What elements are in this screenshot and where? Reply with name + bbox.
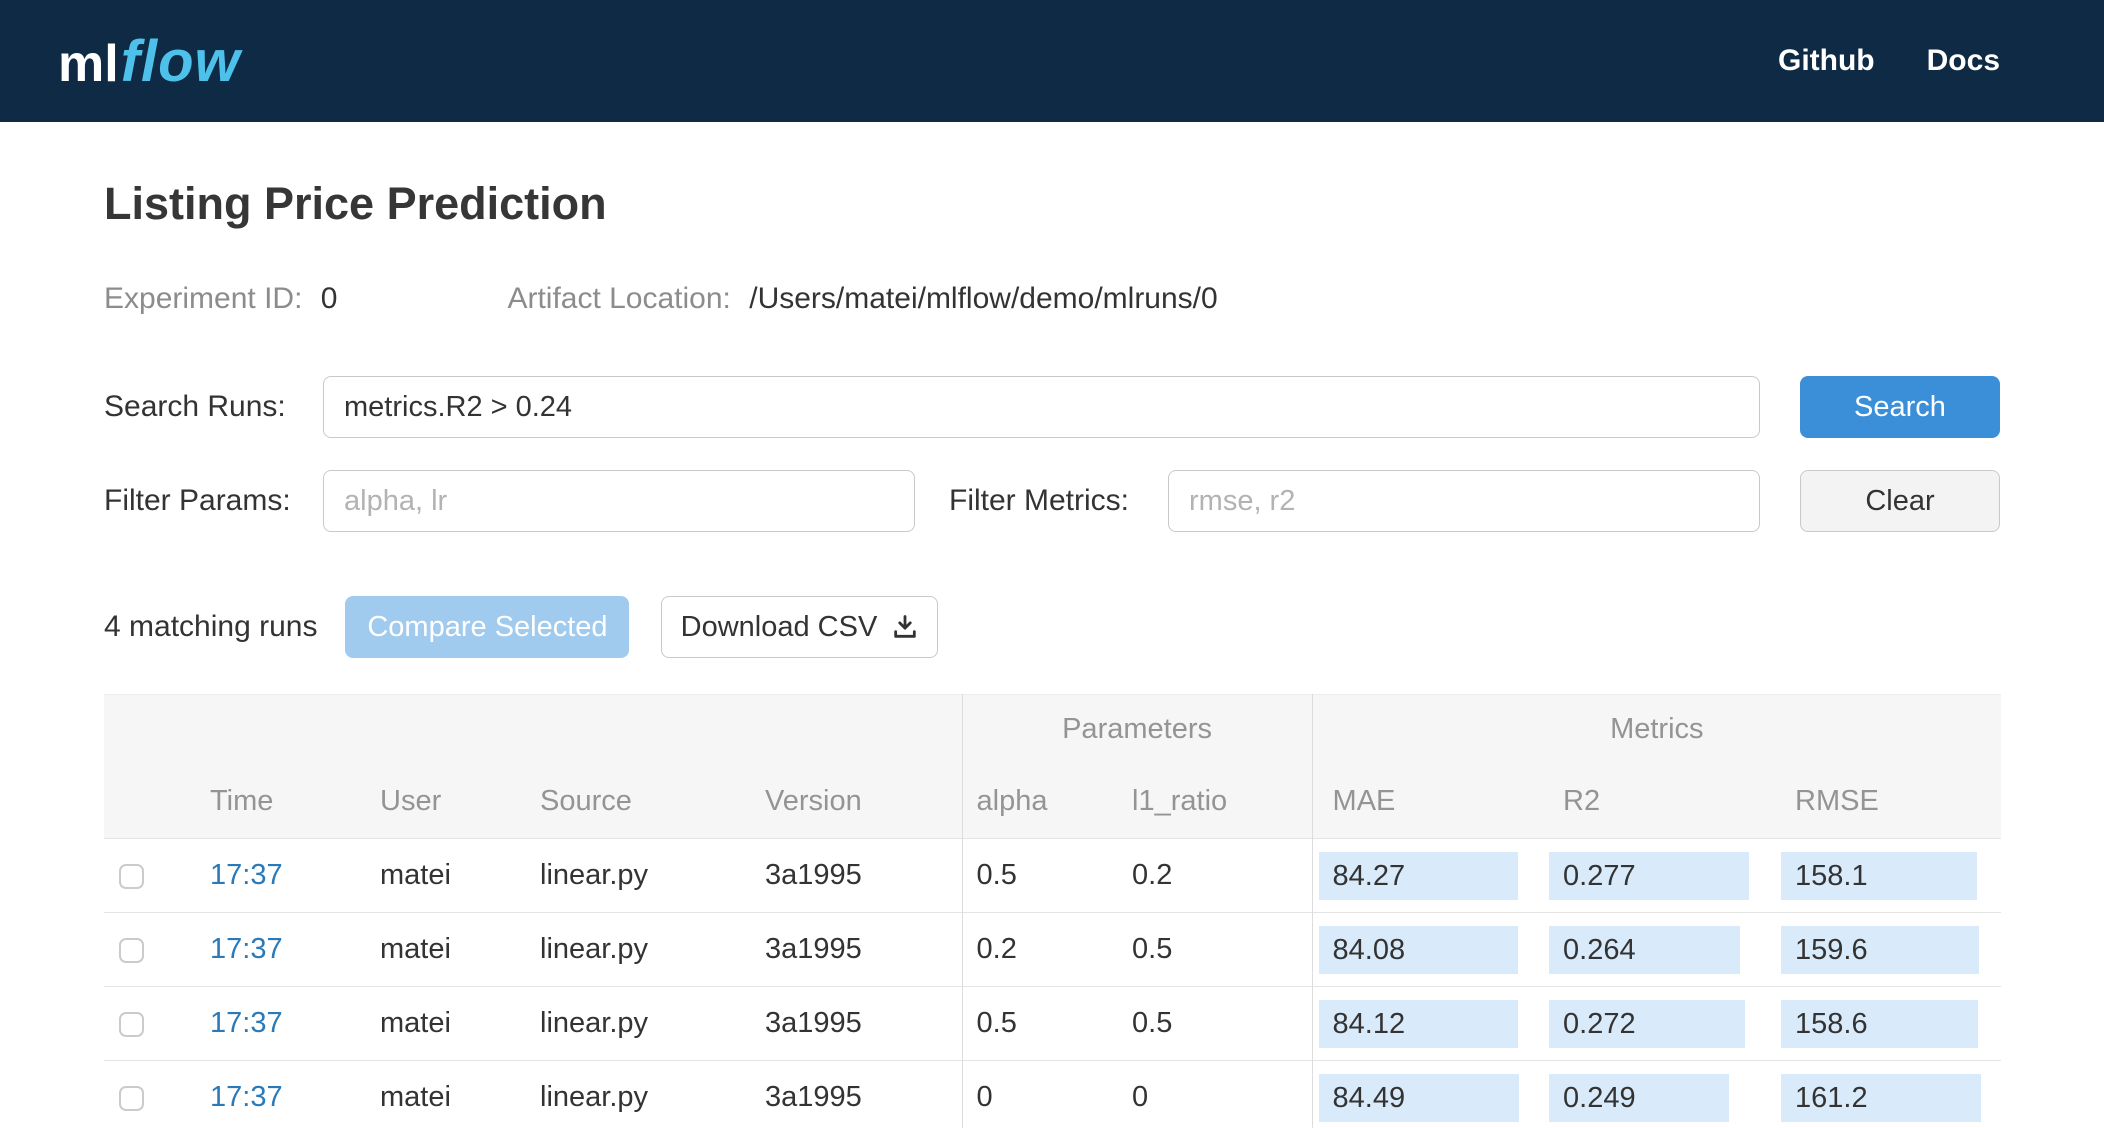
run-r2-value: 0.249 xyxy=(1549,1073,1730,1122)
run-l1-ratio-cell: 0.5 xyxy=(1132,933,1173,965)
filter-params-label: Filter Params: xyxy=(104,484,291,517)
parameters-group-header: Parameters xyxy=(961,694,1313,765)
nav-github-link[interactable]: Github xyxy=(1778,44,1875,78)
run-alpha-cell: 0 xyxy=(961,1060,1119,1128)
filter-params-input[interactable] xyxy=(323,470,915,532)
run-l1-ratio-cell: 0.5 xyxy=(1132,1007,1173,1039)
run-source-cell: linear.py xyxy=(540,1081,649,1114)
run-mae-value: 84.49 xyxy=(1318,1073,1519,1122)
column-header-alpha: alpha xyxy=(961,764,1119,839)
run-checkbox[interactable] xyxy=(119,937,144,963)
experiment-meta: Experiment ID: 0 Artifact Location: /Use… xyxy=(104,282,2000,316)
run-checkbox[interactable] xyxy=(119,1011,144,1037)
table-column-header-row: Time User Source Version alpha l1_ratio … xyxy=(104,764,2002,839)
table-row: 17:37 matei linear.py 3a1995 0 0 84.49 0.249 161… xyxy=(104,1060,2002,1128)
filter-metrics-input[interactable] xyxy=(1168,470,1760,532)
run-rmse-value: 159.6 xyxy=(1781,925,1980,974)
column-header-version: Version xyxy=(765,784,862,817)
run-alpha-cell: 0.5 xyxy=(961,838,1119,913)
run-rmse-value: 161.2 xyxy=(1781,1073,1982,1122)
artifact-location-label: Artifact Location: xyxy=(507,282,731,315)
column-header-user: User xyxy=(380,784,442,817)
experiment-id-label: Experiment ID: xyxy=(104,282,303,315)
run-mae-value: 84.27 xyxy=(1318,851,1518,900)
table-row: 17:37 matei linear.py 3a1995 0.5 0.2 84.27 0.27… xyxy=(104,838,2002,913)
column-header-mae: MAE xyxy=(1311,764,1544,839)
column-header-time: Time xyxy=(210,784,274,817)
run-time-link[interactable]: 17:37 xyxy=(210,1081,283,1113)
artifact-location-value: /Users/matei/mlflow/demo/mlruns/0 xyxy=(749,282,1218,315)
run-source-cell: linear.py xyxy=(540,859,649,891)
run-user-cell: matei xyxy=(380,859,451,891)
runs-table-body: 17:37 matei linear.py 3a1995 0.5 0.2 84.27 0.27… xyxy=(104,838,2002,1128)
run-version-cell: 3a1995 xyxy=(765,1007,862,1039)
mlflow-logo[interactable]: ml flow xyxy=(58,28,241,95)
run-version-cell: 3a1995 xyxy=(765,1081,862,1114)
run-alpha-cell: 0.2 xyxy=(961,912,1119,987)
run-source-cell: linear.py xyxy=(540,933,649,965)
run-version-cell: 3a1995 xyxy=(765,859,862,891)
run-l1-ratio-cell: 0 xyxy=(1132,1081,1149,1114)
run-alpha-cell: 0.5 xyxy=(961,986,1119,1061)
logo-text-ml: ml xyxy=(58,34,119,93)
run-time-link[interactable]: 17:37 xyxy=(210,859,283,891)
run-rmse-value: 158.1 xyxy=(1781,851,1978,900)
page-title: Listing Price Prediction xyxy=(104,178,607,229)
run-user-cell: matei xyxy=(380,1081,451,1114)
column-header-source: Source xyxy=(540,784,632,817)
filter-row: Filter Params: Filter Metrics: Clear xyxy=(104,470,2000,532)
nav-docs-link[interactable]: Docs xyxy=(1927,44,2000,78)
download-csv-label: Download CSV xyxy=(680,610,878,643)
matching-runs-count: 4 matching runs xyxy=(104,610,318,643)
run-r2-value: 0.272 xyxy=(1549,999,1746,1048)
compare-selected-button[interactable]: Compare Selected xyxy=(345,596,630,658)
column-header-checkbox xyxy=(104,765,184,839)
runs-table: Parameters Metrics Time User Source Vers… xyxy=(104,694,2002,1128)
app-header: ml flow Github Docs xyxy=(0,0,2104,122)
search-runs-input[interactable] xyxy=(323,376,1760,438)
run-time-link[interactable]: 17:37 xyxy=(210,933,283,965)
search-button[interactable]: Search xyxy=(1800,376,2000,438)
run-r2-value: 0.264 xyxy=(1549,925,1741,974)
run-user-cell: matei xyxy=(380,933,451,965)
run-user-cell: matei xyxy=(380,1007,451,1039)
experiment-id: Experiment ID: 0 xyxy=(104,282,337,316)
table-group-header-row: Parameters Metrics xyxy=(104,694,2002,765)
run-version-cell: 3a1995 xyxy=(765,933,862,965)
clear-button[interactable]: Clear xyxy=(1800,470,2000,532)
column-header-l1-ratio: l1_ratio xyxy=(1132,784,1228,817)
run-mae-value: 84.08 xyxy=(1318,925,1518,974)
run-checkbox[interactable] xyxy=(119,863,144,889)
search-runs-row: Search Runs: Search xyxy=(104,376,2000,438)
run-l1-ratio-cell: 0.2 xyxy=(1132,859,1173,891)
download-icon xyxy=(894,615,917,638)
run-r2-value: 0.277 xyxy=(1549,851,1750,900)
experiment-id-value: 0 xyxy=(320,282,338,315)
run-checkbox[interactable] xyxy=(119,1086,144,1112)
header-nav: Github Docs xyxy=(1778,44,2000,78)
table-row: 17:37 matei linear.py 3a1995 0.2 0.5 84.08 0.26… xyxy=(104,912,2002,987)
table-row: 17:37 matei linear.py 3a1995 0.5 0.5 84.12 0.27… xyxy=(104,986,2002,1061)
download-csv-button[interactable]: Download CSV xyxy=(661,596,939,658)
artifact-location: Artifact Location: /Users/matei/mlflow/d… xyxy=(507,282,1217,316)
run-source-cell: linear.py xyxy=(540,1007,649,1039)
run-time-link[interactable]: 17:37 xyxy=(210,1007,283,1039)
column-header-r2: R2 xyxy=(1563,784,1601,817)
filter-metrics-label: Filter Metrics: xyxy=(949,484,1129,517)
logo-text-flow: flow xyxy=(120,28,241,94)
run-rmse-value: 158.6 xyxy=(1781,999,1979,1048)
run-mae-value: 84.12 xyxy=(1318,999,1518,1048)
metrics-group-header: Metrics xyxy=(1311,694,2002,765)
runs-actions-row: 4 matching runs Compare Selected Downloa… xyxy=(104,596,2000,658)
column-header-rmse: RMSE xyxy=(1795,784,1879,817)
experiment-page: Listing Price Prediction Experiment ID: … xyxy=(0,178,2104,1128)
search-runs-label: Search Runs: xyxy=(104,390,286,423)
